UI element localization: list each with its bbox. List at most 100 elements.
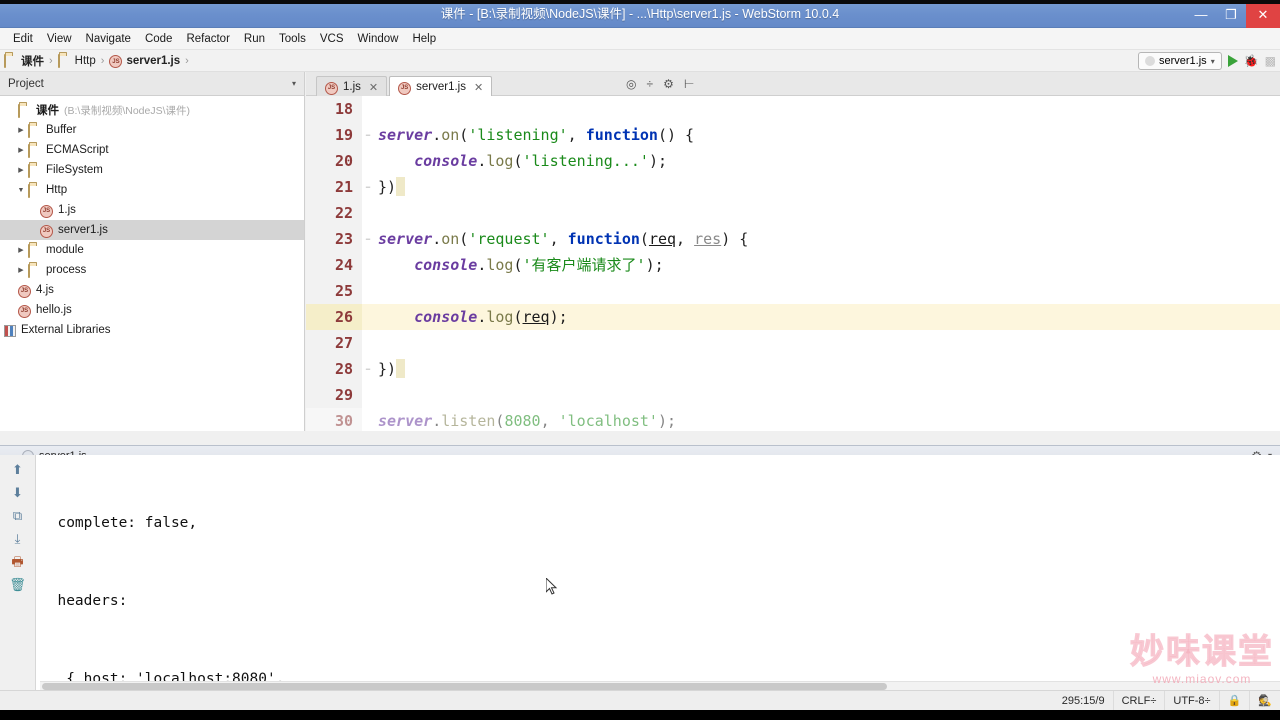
breadcrumb-separator: › <box>100 54 105 67</box>
folder-icon <box>28 143 41 158</box>
run-icon[interactable] <box>1227 55 1238 67</box>
expand-arrow-icon[interactable]: ▶ <box>14 166 28 174</box>
line-number: 20 <box>306 148 362 174</box>
trash-icon[interactable]: 🗑 <box>9 578 26 591</box>
close-button[interactable]: ✕ <box>1246 0 1280 28</box>
tree-item-external-libraries[interactable]: External Libraries <box>0 320 304 340</box>
code-editor[interactable]: 18 19 − server.on('listening', function(… <box>306 96 1280 431</box>
settings-icon[interactable]: ⚙ <box>663 77 674 91</box>
print-icon[interactable]: 🖶 <box>11 555 23 568</box>
chevron-down-icon[interactable]: ▾ <box>292 79 296 88</box>
console-side-toolbar: ⬆ ⬇ ⧉ ⤓ 🖶 🗑 <box>0 455 36 690</box>
code-line-29: 29 <box>306 382 1280 408</box>
run-console[interactable]: ⬆ ⬇ ⧉ ⤓ 🖶 🗑 complete: false, headers: { … <box>0 455 1280 690</box>
target-icon[interactable]: ◎ <box>626 77 636 91</box>
debug-icon[interactable]: 🐞 <box>1244 54 1259 68</box>
code-line-23: 23 − server.on('request', function(req, … <box>306 226 1280 252</box>
inspection-icon[interactable]: 🕵 <box>1249 690 1280 711</box>
fold-marker[interactable] <box>362 304 374 330</box>
collapse-all-icon[interactable]: ÷ <box>646 77 653 91</box>
project-tree[interactable]: ▶ 课件 (B:\录制视频\NodeJS\课件) ▶ Buffer ▶ ECMA… <box>0 96 305 431</box>
tree-item-hellojs[interactable]: JS hello.js <box>0 300 304 320</box>
menu-item-edit[interactable]: Edit <box>6 31 40 47</box>
tree-item-project-root[interactable]: ▶ 课件 (B:\录制视频\NodeJS\课件) <box>0 100 304 120</box>
up-arrow-icon[interactable]: ⬆ <box>12 463 23 476</box>
export-icon[interactable]: ⤓ <box>15 532 21 545</box>
menu-item-view[interactable]: View <box>40 31 79 47</box>
menu-item-code[interactable]: Code <box>138 31 180 47</box>
tree-item-server1js[interactable]: JS server1.js <box>0 220 304 240</box>
line-number: 25 <box>306 278 362 304</box>
fold-marker[interactable]: − <box>362 356 374 382</box>
collapse-arrow-icon[interactable]: ▼ <box>14 187 28 194</box>
fold-marker[interactable] <box>362 96 374 122</box>
expand-arrow-icon[interactable]: ▶ <box>14 246 28 254</box>
fold-marker[interactable] <box>362 252 374 278</box>
soft-wrap-icon[interactable]: ⧉ <box>13 509 22 522</box>
window-title-bar: 课件 - [B:\录制视频\NodeJS\课件] - ...\Http\serv… <box>0 0 1280 28</box>
tree-item-label: module <box>46 244 84 256</box>
menu-item-tools[interactable]: Tools <box>272 31 313 47</box>
fold-marker[interactable]: − <box>362 174 374 200</box>
tree-item-http[interactable]: ▼ Http <box>0 180 304 200</box>
tree-item-4js[interactable]: JS 4.js <box>0 280 304 300</box>
tab-server1js[interactable]: JS server1.js ✕ <box>389 76 493 98</box>
run-configuration-selector[interactable]: server1.js ▾ <box>1138 52 1222 70</box>
expand-arrow-icon[interactable]: ▶ <box>14 266 28 274</box>
menu-item-refactor[interactable]: Refactor <box>179 31 236 47</box>
code-text: server.on('request', function(req, res) … <box>378 230 749 248</box>
fold-marker[interactable] <box>362 200 374 226</box>
fold-marker[interactable] <box>362 148 374 174</box>
breadcrumb-item-file[interactable]: JS server1.js › <box>109 54 193 68</box>
fold-marker[interactable]: − <box>362 226 374 252</box>
tab-1js[interactable]: JS 1.js ✕ <box>316 76 388 98</box>
menu-item-help[interactable]: Help <box>405 31 443 47</box>
close-icon: ✕ <box>1257 6 1269 22</box>
tree-item-label: External Libraries <box>21 324 111 336</box>
fold-marker[interactable] <box>362 278 374 304</box>
caret-position[interactable]: 295:15/9 <box>1054 691 1113 711</box>
expand-arrow-icon[interactable]: ▶ <box>14 146 28 154</box>
tree-item-1js[interactable]: JS 1.js <box>0 200 304 220</box>
tree-item-filesystem[interactable]: ▶ FileSystem <box>0 160 304 180</box>
menu-item-run[interactable]: Run <box>237 31 272 47</box>
down-arrow-icon[interactable]: ⬇ <box>12 486 23 499</box>
folder-icon <box>57 54 71 68</box>
fold-marker[interactable] <box>362 408 374 431</box>
fold-marker[interactable]: − <box>362 122 374 148</box>
js-file-icon: JS <box>40 224 53 238</box>
fold-marker[interactable] <box>362 382 374 408</box>
breadcrumb-item-project[interactable]: 课件 › <box>4 53 58 69</box>
line-separator[interactable]: CRLF÷ <box>1112 690 1165 711</box>
line-number: 30 <box>306 408 362 431</box>
expand-arrow-icon: ▶ <box>4 106 18 114</box>
tree-item-process[interactable]: ▶ process <box>0 260 304 280</box>
tree-item-label: 1.js <box>58 204 76 216</box>
line-number: 26 <box>306 304 362 330</box>
expand-arrow-icon[interactable]: ▶ <box>14 126 28 134</box>
tree-item-module[interactable]: ▶ module <box>0 240 304 260</box>
console-horizontal-scrollbar[interactable] <box>40 681 1280 690</box>
js-file-icon: JS <box>18 304 31 318</box>
tree-item-buffer[interactable]: ▶ Buffer <box>0 120 304 140</box>
minimize-button[interactable]: — <box>1186 0 1216 28</box>
close-icon[interactable]: ✕ <box>474 81 483 94</box>
lock-icon[interactable]: 🔒 <box>1218 690 1250 711</box>
restore-button[interactable]: ❐ <box>1216 0 1246 28</box>
menu-item-navigate[interactable]: Navigate <box>79 31 138 47</box>
line-number: 24 <box>306 252 362 278</box>
console-output: complete: false, headers: { host: 'local… <box>40 455 1280 690</box>
window-title: 课件 - [B:\录制视频\NodeJS\课件] - ...\Http\serv… <box>440 6 840 21</box>
coverage-icon[interactable]: ▩ <box>1265 54 1276 68</box>
menu-item-vcs[interactable]: VCS <box>313 31 351 47</box>
encoding[interactable]: UTF-8÷ <box>1164 690 1218 711</box>
fold-marker[interactable] <box>362 330 374 356</box>
close-icon[interactable]: ✕ <box>369 81 378 94</box>
breadcrumb-item-http[interactable]: Http › <box>57 54 110 68</box>
hide-icon[interactable]: ⊢ <box>684 77 694 91</box>
tree-item-ecmascript[interactable]: ▶ ECMAScript <box>0 140 304 160</box>
line-number: 21 <box>306 174 362 200</box>
scrollbar-thumb[interactable] <box>42 683 887 690</box>
tree-item-path: (B:\录制视频\NodeJS\课件) <box>64 104 191 117</box>
menu-item-window[interactable]: Window <box>351 31 406 47</box>
